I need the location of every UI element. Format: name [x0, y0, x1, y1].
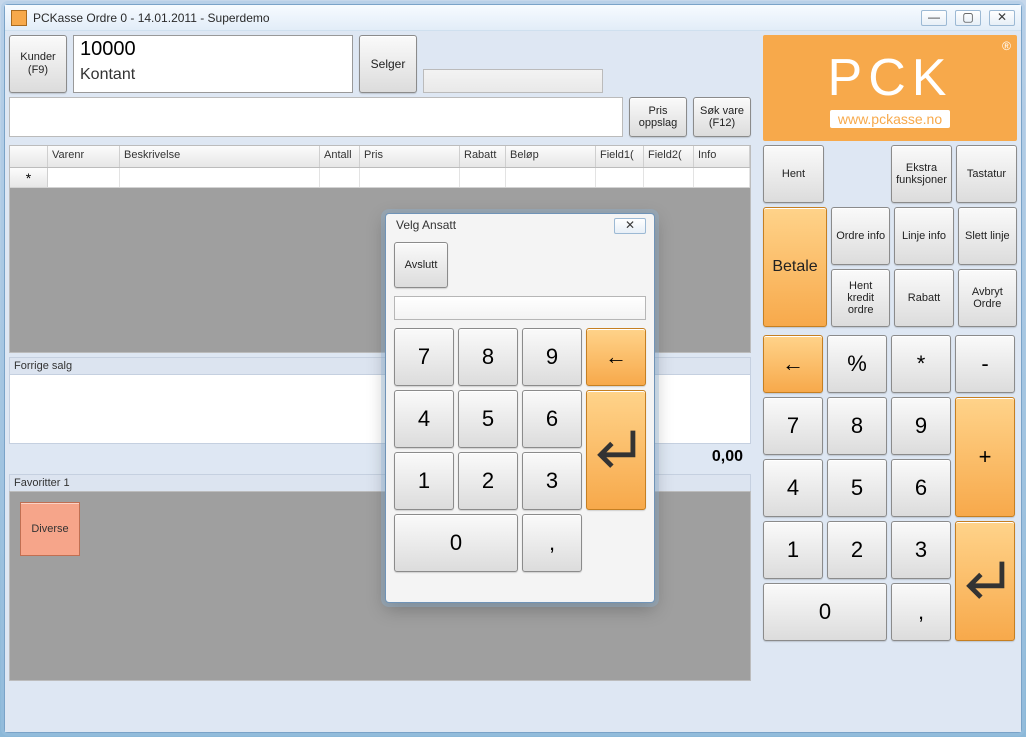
numpad-4[interactable]: 4 [763, 459, 823, 517]
dpad-3[interactable]: 3 [522, 452, 582, 510]
numpad-6[interactable]: 6 [891, 459, 951, 517]
numpad-backspace[interactable]: ← [763, 335, 823, 393]
customer-name: Kontant [74, 64, 352, 86]
col-antall[interactable]: Antall [320, 146, 360, 167]
enter-icon [587, 421, 645, 479]
sok-vare-button[interactable]: Søk vare (F12) [693, 97, 751, 137]
close-button[interactable]: ✕ [989, 10, 1015, 26]
arrow-left-icon: ← [782, 351, 804, 377]
customer-box[interactable]: 10000 Kontant [73, 35, 353, 93]
app-window: PCKasse Ordre 0 - 14.01.2011 - Superdemo… [4, 4, 1022, 733]
hent-kredit-ordre-button[interactable]: Hent kredit ordre [831, 269, 890, 327]
dpad-4[interactable]: 4 [394, 390, 454, 448]
dpad-comma[interactable]: , [522, 514, 582, 572]
arrow-left-icon: ← [605, 344, 627, 370]
dpad-9[interactable]: 9 [522, 328, 582, 386]
numpad-8[interactable]: 8 [827, 397, 887, 455]
avbryt-ordre-button[interactable]: Avbryt Ordre [958, 269, 1017, 327]
slett-linje-button[interactable]: Slett linje [958, 207, 1017, 265]
tastatur-button[interactable]: Tastatur [956, 145, 1017, 203]
pckasse-logo: ® PCK www.pckasse.no [763, 35, 1017, 141]
col-pris[interactable]: Pris [360, 146, 460, 167]
linje-info-button[interactable]: Linje info [894, 207, 953, 265]
numpad-7[interactable]: 7 [763, 397, 823, 455]
numpad-9[interactable]: 9 [891, 397, 951, 455]
logo-url: www.pckasse.no [830, 110, 950, 128]
numpad-3[interactable]: 3 [891, 521, 951, 579]
search-input[interactable] [9, 97, 623, 137]
numpad-0[interactable]: 0 [763, 583, 887, 641]
betale-button[interactable]: Betale [763, 207, 827, 327]
numpad-minus[interactable]: - [955, 335, 1015, 393]
col-belop[interactable]: Beløp [506, 146, 596, 167]
kunder-button[interactable]: Kunder (F9) [9, 35, 67, 93]
numpad-comma[interactable]: , [891, 583, 951, 641]
selger-button[interactable]: Selger [359, 35, 417, 93]
col-beskrivelse[interactable]: Beskrivelse [120, 146, 320, 167]
avslutt-button[interactable]: Avslutt [394, 242, 448, 288]
dpad-5[interactable]: 5 [458, 390, 518, 448]
numpad-1[interactable]: 1 [763, 521, 823, 579]
dpad-8[interactable]: 8 [458, 328, 518, 386]
app-icon [11, 10, 27, 26]
ekstra-funksjoner-button[interactable]: Ekstra funksjoner [891, 145, 952, 203]
dialog-title: Velg Ansatt [396, 218, 456, 232]
col-rowheader [10, 146, 48, 167]
grid-new-row[interactable]: * [10, 168, 750, 188]
grid-header: Varenr Beskrivelse Antall Pris Rabatt Be… [10, 146, 750, 168]
rabatt-button[interactable]: Rabatt [894, 269, 953, 327]
logo-text: PCK [828, 48, 953, 108]
dpad-backspace[interactable]: ← [586, 328, 646, 386]
numpad-multiply[interactable]: * [891, 335, 951, 393]
titlebar: PCKasse Ordre 0 - 14.01.2011 - Superdemo… [5, 5, 1021, 31]
numpad-5[interactable]: 5 [827, 459, 887, 517]
ansatt-input[interactable] [394, 296, 646, 320]
pris-oppslag-button[interactable]: Pris oppslag [629, 97, 687, 137]
col-varenr[interactable]: Varenr [48, 146, 120, 167]
customer-number: 10000 [74, 36, 352, 64]
dpad-7[interactable]: 7 [394, 328, 454, 386]
dialog-close-button[interactable]: ✕ [614, 218, 646, 234]
velg-ansatt-dialog: Velg Ansatt ✕ Avslutt 7 8 9 ← 4 5 6 1 2 … [385, 213, 655, 603]
col-rabatt[interactable]: Rabatt [460, 146, 506, 167]
hent-button[interactable]: Hent [763, 145, 824, 203]
ordre-info-button[interactable]: Ordre info [831, 207, 890, 265]
registered-icon: ® [1002, 39, 1011, 53]
window-title: PCKasse Ordre 0 - 14.01.2011 - Superdemo [33, 11, 270, 25]
dpad-1[interactable]: 1 [394, 452, 454, 510]
client-area: Kunder (F9) 10000 Kontant Selger Pris op… [5, 31, 1021, 732]
dpad-enter[interactable] [586, 390, 646, 510]
col-field2[interactable]: Field2( [644, 146, 694, 167]
numpad-2[interactable]: 2 [827, 521, 887, 579]
dpad-2[interactable]: 2 [458, 452, 518, 510]
dpad-6[interactable]: 6 [522, 390, 582, 448]
row-indicator: * [10, 168, 48, 187]
numpad-plus[interactable]: + [955, 397, 1015, 517]
main-numpad: ← % * - 7 8 9 + 4 5 6 1 2 3 0 , [763, 335, 1017, 641]
col-info[interactable]: Info [694, 146, 750, 167]
maximize-button[interactable]: ▢ [955, 10, 981, 26]
favorite-diverse[interactable]: Diverse [20, 502, 80, 556]
enter-icon [956, 552, 1014, 610]
col-field1[interactable]: Field1( [596, 146, 644, 167]
dpad-0[interactable]: 0 [394, 514, 518, 572]
numpad-percent[interactable]: % [827, 335, 887, 393]
numpad-enter[interactable] [955, 521, 1015, 641]
selger-field[interactable] [423, 69, 603, 93]
dialog-numpad: 7 8 9 ← 4 5 6 1 2 3 0 , [394, 328, 646, 572]
minimize-button[interactable]: — [921, 10, 947, 26]
